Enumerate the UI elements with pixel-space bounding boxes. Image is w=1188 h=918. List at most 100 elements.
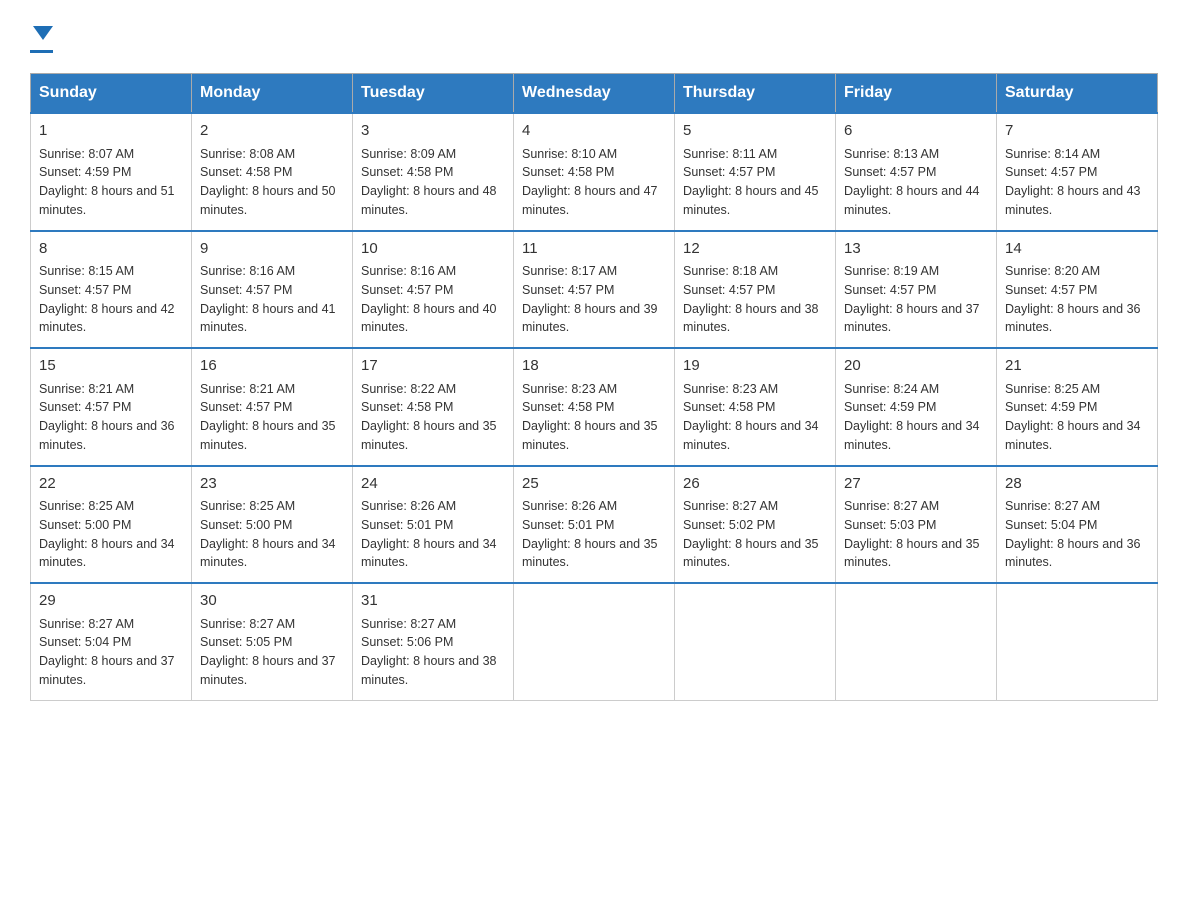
calendar-cell: 28 Sunrise: 8:27 AMSunset: 5:04 PMDaylig… [997, 466, 1158, 584]
day-number: 8 [39, 238, 183, 261]
calendar-cell: 13 Sunrise: 8:19 AMSunset: 4:57 PMDaylig… [836, 231, 997, 349]
calendar-cell: 24 Sunrise: 8:26 AMSunset: 5:01 PMDaylig… [353, 466, 514, 584]
day-info: Sunrise: 8:27 AMSunset: 5:04 PMDaylight:… [1005, 497, 1149, 572]
calendar-table: SundayMondayTuesdayWednesdayThursdayFrid… [30, 73, 1158, 701]
day-info: Sunrise: 8:25 AMSunset: 4:59 PMDaylight:… [1005, 380, 1149, 455]
day-number: 17 [361, 355, 505, 378]
header-tuesday: Tuesday [353, 74, 514, 114]
week-row-5: 29 Sunrise: 8:27 AMSunset: 5:04 PMDaylig… [31, 583, 1158, 700]
calendar-cell: 31 Sunrise: 8:27 AMSunset: 5:06 PMDaylig… [353, 583, 514, 700]
calendar-cell: 25 Sunrise: 8:26 AMSunset: 5:01 PMDaylig… [514, 466, 675, 584]
calendar-cell: 22 Sunrise: 8:25 AMSunset: 5:00 PMDaylig… [31, 466, 192, 584]
day-info: Sunrise: 8:25 AMSunset: 5:00 PMDaylight:… [200, 497, 344, 572]
day-info: Sunrise: 8:27 AMSunset: 5:03 PMDaylight:… [844, 497, 988, 572]
day-number: 1 [39, 120, 183, 143]
calendar-cell: 5 Sunrise: 8:11 AMSunset: 4:57 PMDayligh… [675, 113, 836, 231]
day-number: 30 [200, 590, 344, 613]
calendar-cell: 3 Sunrise: 8:09 AMSunset: 4:58 PMDayligh… [353, 113, 514, 231]
calendar-cell: 4 Sunrise: 8:10 AMSunset: 4:58 PMDayligh… [514, 113, 675, 231]
day-number: 13 [844, 238, 988, 261]
day-info: Sunrise: 8:14 AMSunset: 4:57 PMDaylight:… [1005, 145, 1149, 220]
day-number: 10 [361, 238, 505, 261]
day-number: 26 [683, 473, 827, 496]
calendar-cell: 6 Sunrise: 8:13 AMSunset: 4:57 PMDayligh… [836, 113, 997, 231]
day-number: 29 [39, 590, 183, 613]
day-info: Sunrise: 8:27 AMSunset: 5:05 PMDaylight:… [200, 615, 344, 690]
logo [30, 20, 53, 53]
header-saturday: Saturday [997, 74, 1158, 114]
day-info: Sunrise: 8:22 AMSunset: 4:58 PMDaylight:… [361, 380, 505, 455]
day-info: Sunrise: 8:19 AMSunset: 4:57 PMDaylight:… [844, 262, 988, 337]
day-number: 15 [39, 355, 183, 378]
day-info: Sunrise: 8:20 AMSunset: 4:57 PMDaylight:… [1005, 262, 1149, 337]
calendar-cell: 19 Sunrise: 8:23 AMSunset: 4:58 PMDaylig… [675, 348, 836, 466]
calendar-cell [997, 583, 1158, 700]
calendar-cell: 27 Sunrise: 8:27 AMSunset: 5:03 PMDaylig… [836, 466, 997, 584]
calendar-cell: 30 Sunrise: 8:27 AMSunset: 5:05 PMDaylig… [192, 583, 353, 700]
day-number: 19 [683, 355, 827, 378]
calendar-cell: 20 Sunrise: 8:24 AMSunset: 4:59 PMDaylig… [836, 348, 997, 466]
day-info: Sunrise: 8:23 AMSunset: 4:58 PMDaylight:… [683, 380, 827, 455]
calendar-cell [836, 583, 997, 700]
calendar-cell: 2 Sunrise: 8:08 AMSunset: 4:58 PMDayligh… [192, 113, 353, 231]
day-number: 22 [39, 473, 183, 496]
calendar-cell: 21 Sunrise: 8:25 AMSunset: 4:59 PMDaylig… [997, 348, 1158, 466]
calendar-cell [675, 583, 836, 700]
day-number: 9 [200, 238, 344, 261]
day-number: 28 [1005, 473, 1149, 496]
header-wednesday: Wednesday [514, 74, 675, 114]
day-info: Sunrise: 8:27 AMSunset: 5:02 PMDaylight:… [683, 497, 827, 572]
day-info: Sunrise: 8:18 AMSunset: 4:57 PMDaylight:… [683, 262, 827, 337]
day-info: Sunrise: 8:08 AMSunset: 4:58 PMDaylight:… [200, 145, 344, 220]
week-row-2: 8 Sunrise: 8:15 AMSunset: 4:57 PMDayligh… [31, 231, 1158, 349]
day-number: 5 [683, 120, 827, 143]
calendar-header-row: SundayMondayTuesdayWednesdayThursdayFrid… [31, 74, 1158, 114]
logo-underline [30, 50, 53, 53]
day-info: Sunrise: 8:24 AMSunset: 4:59 PMDaylight:… [844, 380, 988, 455]
day-number: 21 [1005, 355, 1149, 378]
calendar-cell: 15 Sunrise: 8:21 AMSunset: 4:57 PMDaylig… [31, 348, 192, 466]
day-info: Sunrise: 8:25 AMSunset: 5:00 PMDaylight:… [39, 497, 183, 572]
day-info: Sunrise: 8:16 AMSunset: 4:57 PMDaylight:… [200, 262, 344, 337]
header-monday: Monday [192, 74, 353, 114]
day-info: Sunrise: 8:26 AMSunset: 5:01 PMDaylight:… [361, 497, 505, 572]
day-info: Sunrise: 8:09 AMSunset: 4:58 PMDaylight:… [361, 145, 505, 220]
day-info: Sunrise: 8:21 AMSunset: 4:57 PMDaylight:… [39, 380, 183, 455]
day-number: 23 [200, 473, 344, 496]
day-number: 4 [522, 120, 666, 143]
day-info: Sunrise: 8:11 AMSunset: 4:57 PMDaylight:… [683, 145, 827, 220]
calendar-cell: 17 Sunrise: 8:22 AMSunset: 4:58 PMDaylig… [353, 348, 514, 466]
calendar-cell: 29 Sunrise: 8:27 AMSunset: 5:04 PMDaylig… [31, 583, 192, 700]
day-number: 20 [844, 355, 988, 378]
calendar-cell: 7 Sunrise: 8:14 AMSunset: 4:57 PMDayligh… [997, 113, 1158, 231]
calendar-cell: 14 Sunrise: 8:20 AMSunset: 4:57 PMDaylig… [997, 231, 1158, 349]
calendar-cell: 1 Sunrise: 8:07 AMSunset: 4:59 PMDayligh… [31, 113, 192, 231]
calendar-cell: 26 Sunrise: 8:27 AMSunset: 5:02 PMDaylig… [675, 466, 836, 584]
logo-triangle-icon [33, 26, 53, 40]
day-info: Sunrise: 8:27 AMSunset: 5:04 PMDaylight:… [39, 615, 183, 690]
day-info: Sunrise: 8:26 AMSunset: 5:01 PMDaylight:… [522, 497, 666, 572]
day-number: 25 [522, 473, 666, 496]
day-number: 16 [200, 355, 344, 378]
day-number: 31 [361, 590, 505, 613]
header-thursday: Thursday [675, 74, 836, 114]
day-number: 18 [522, 355, 666, 378]
day-info: Sunrise: 8:15 AMSunset: 4:57 PMDaylight:… [39, 262, 183, 337]
calendar-cell: 11 Sunrise: 8:17 AMSunset: 4:57 PMDaylig… [514, 231, 675, 349]
day-info: Sunrise: 8:13 AMSunset: 4:57 PMDaylight:… [844, 145, 988, 220]
week-row-4: 22 Sunrise: 8:25 AMSunset: 5:00 PMDaylig… [31, 466, 1158, 584]
day-number: 12 [683, 238, 827, 261]
calendar-cell: 10 Sunrise: 8:16 AMSunset: 4:57 PMDaylig… [353, 231, 514, 349]
day-info: Sunrise: 8:07 AMSunset: 4:59 PMDaylight:… [39, 145, 183, 220]
day-number: 7 [1005, 120, 1149, 143]
day-number: 6 [844, 120, 988, 143]
week-row-3: 15 Sunrise: 8:21 AMSunset: 4:57 PMDaylig… [31, 348, 1158, 466]
day-number: 3 [361, 120, 505, 143]
day-number: 2 [200, 120, 344, 143]
day-info: Sunrise: 8:10 AMSunset: 4:58 PMDaylight:… [522, 145, 666, 220]
page-header [30, 20, 1158, 53]
day-info: Sunrise: 8:16 AMSunset: 4:57 PMDaylight:… [361, 262, 505, 337]
calendar-cell: 18 Sunrise: 8:23 AMSunset: 4:58 PMDaylig… [514, 348, 675, 466]
calendar-cell: 9 Sunrise: 8:16 AMSunset: 4:57 PMDayligh… [192, 231, 353, 349]
calendar-cell: 16 Sunrise: 8:21 AMSunset: 4:57 PMDaylig… [192, 348, 353, 466]
